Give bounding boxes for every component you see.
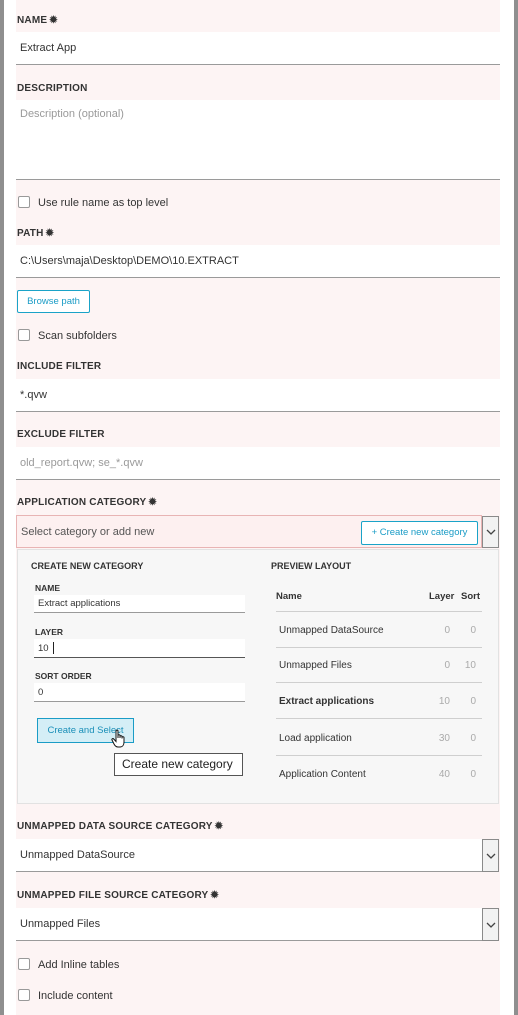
header-layer: Layer [429, 591, 455, 602]
new-category-name-label: NAME [35, 583, 61, 593]
create-category-title: CREATE NEW CATEGORY [31, 561, 144, 571]
preview-layout-title: PREVIEW LAYOUT [271, 561, 352, 571]
app-category-label: APPLICATION CATEGORY ✹ [17, 497, 157, 508]
exclude-filter-label: EXCLUDE FILTER [17, 429, 105, 440]
path-input[interactable]: C:\Users\maja\Desktop\DEMO\10.EXTRACT [16, 245, 500, 278]
required-icon: ✹ [45, 228, 55, 239]
new-category-layer-label: LAYER [35, 627, 64, 637]
include-filter-label: INCLUDE FILTER [17, 361, 102, 372]
create-category-tooltip: Create new category [114, 753, 243, 776]
preview-table-header: Name Layer Sort [276, 578, 482, 612]
include-content-label: Include content [38, 990, 113, 1002]
create-new-category-button[interactable]: + Create new category [361, 521, 478, 545]
required-icon: ✹ [210, 890, 219, 901]
app-category-dropdown-toggle[interactable] [482, 516, 499, 548]
window-right-border [514, 0, 518, 1015]
include-content-checkbox[interactable] [18, 989, 30, 1001]
browse-path-button[interactable]: Browse path [17, 290, 90, 313]
new-category-sort-input[interactable]: 0 [34, 683, 245, 702]
table-row: Load application 30 0 [276, 720, 482, 756]
new-category-name-input[interactable]: Extract applications [34, 595, 245, 613]
unmapped-data-source-select[interactable]: Unmapped DataSource [16, 839, 482, 872]
table-row: Unmapped Files 0 10 [276, 647, 482, 683]
window-left-border [0, 0, 4, 1015]
chevron-down-icon [486, 922, 496, 928]
path-label: PATH ✹ [17, 228, 55, 239]
use-rule-name-label: Use rule name as top level [38, 197, 169, 209]
header-name: Name [276, 591, 302, 602]
unmapped-file-source-label: UNMAPPED FILE SOURCE CATEGORY ✹ [17, 890, 219, 901]
text-caret [53, 642, 54, 654]
exclude-filter-input[interactable]: old_report.qvw; se_*.qvw [16, 447, 500, 480]
table-row: Application Content 40 0 [279, 769, 476, 780]
unmapped-data-source-label: UNMAPPED DATA SOURCE CATEGORY ✹ [17, 821, 224, 832]
header-sort: Sort [461, 591, 480, 602]
use-rule-name-checkbox[interactable] [18, 196, 30, 208]
unmapped-file-source-select[interactable]: Unmapped Files [16, 908, 482, 941]
scan-subfolders-checkbox[interactable] [18, 329, 30, 341]
hand-cursor-icon [111, 729, 125, 748]
unmapped-data-source-dropdown-toggle[interactable] [482, 839, 499, 872]
chevron-down-icon [486, 529, 496, 535]
name-label: NAME ✹ [17, 15, 58, 26]
description-label: DESCRIPTION [17, 83, 88, 94]
required-icon: ✹ [49, 15, 58, 26]
add-inline-tables-checkbox[interactable] [18, 958, 30, 970]
add-inline-tables-label: Add Inline tables [38, 959, 120, 971]
include-filter-input[interactable]: *.qvw [16, 379, 500, 412]
description-textarea[interactable]: Description (optional) [16, 100, 500, 180]
name-input[interactable]: Extract App [16, 32, 500, 65]
required-icon: ✹ [214, 821, 224, 832]
new-category-sort-label: SORT ORDER [35, 671, 92, 681]
new-category-layer-input[interactable]: 10 [34, 639, 245, 658]
required-icon: ✹ [148, 497, 157, 508]
unmapped-file-source-dropdown-toggle[interactable] [482, 908, 499, 941]
table-row-highlighted: Extract applications 10 0 [276, 683, 482, 719]
chevron-down-icon [486, 853, 496, 859]
table-row: Unmapped DataSource 0 0 [276, 612, 482, 648]
scan-subfolders-label: Scan subfolders [38, 330, 117, 342]
